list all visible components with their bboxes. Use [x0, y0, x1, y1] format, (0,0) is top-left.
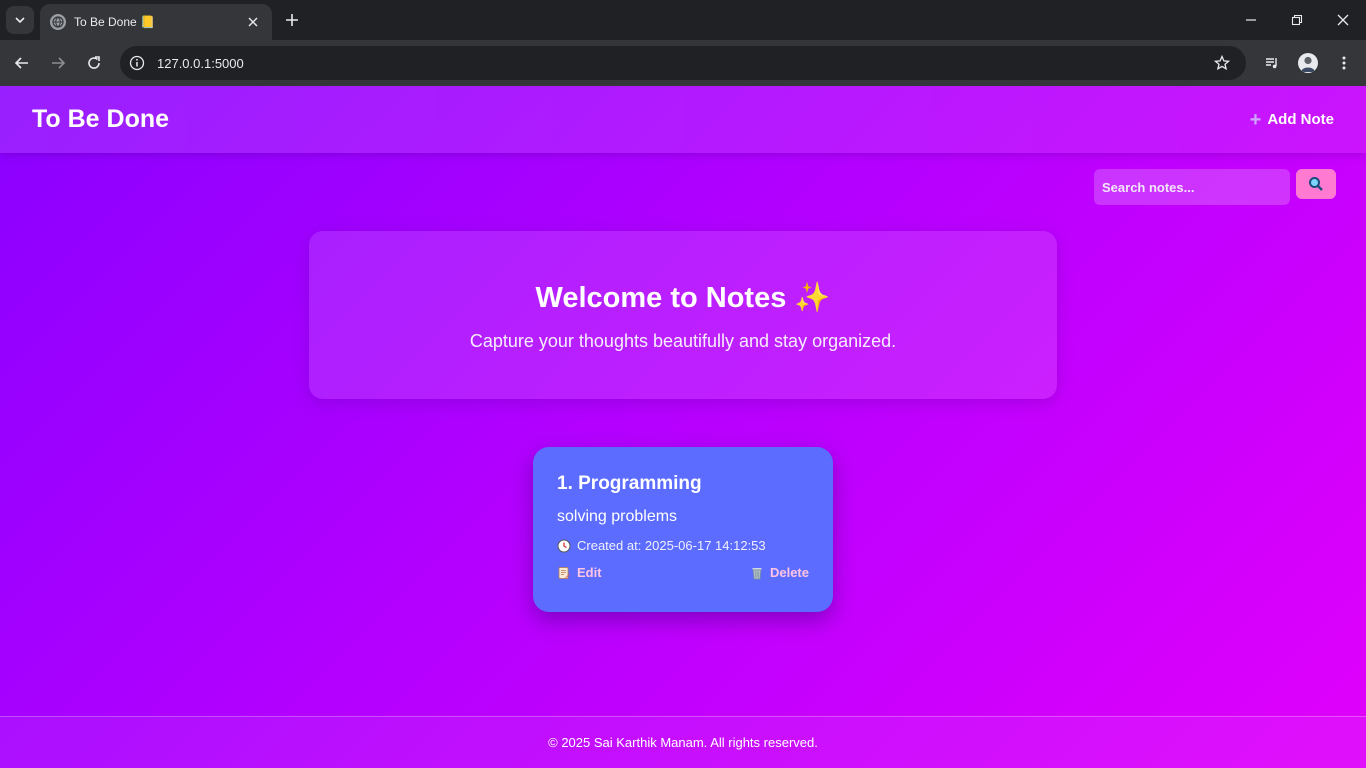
close-window-button[interactable] [1329, 8, 1357, 32]
search-icon [1309, 177, 1323, 191]
media-controls-button[interactable] [1258, 49, 1286, 77]
app-header: To Be Done + Add Note [0, 86, 1366, 153]
tab-close-icon[interactable] [244, 13, 262, 31]
note-body: solving problems [557, 508, 678, 525]
browser-tab-bar: To Be Done 📒 [0, 0, 1366, 40]
restore-icon [1291, 14, 1303, 26]
site-info-icon[interactable] [126, 52, 148, 74]
chevron-down-icon [15, 17, 25, 24]
note-actions: Edit Delete [557, 565, 809, 580]
copyright-text: © 2025 Sai Karthik Manam. All rights res… [548, 735, 818, 750]
new-tab-button[interactable] [280, 8, 304, 32]
welcome-subtitle: Capture your thoughts beautifully and st… [469, 331, 897, 351]
close-icon [1337, 14, 1349, 26]
profile-button[interactable] [1294, 49, 1322, 77]
note-created-text: Created at: 2025-06-17 14:12:53 [577, 538, 766, 553]
arrow-left-icon [14, 57, 28, 69]
restore-button[interactable] [1283, 8, 1311, 32]
plus-icon [286, 14, 298, 26]
memo-icon [558, 566, 570, 579]
search-input[interactable] [1094, 169, 1290, 205]
note-card: 1. Programming solving problems Created … [533, 447, 833, 612]
tab-title: To Be Done 📒 [74, 15, 155, 29]
browser-toolbar: 127.0.0.1:5000 [0, 40, 1366, 86]
note-created-at: Created at: 2025-06-17 14:12:53 [557, 538, 809, 553]
tab-search-button[interactable] [6, 6, 34, 34]
url-text[interactable]: 127.0.0.1:5000 [157, 56, 1208, 71]
minimize-button[interactable] [1237, 8, 1265, 32]
arrow-right-icon [52, 57, 66, 69]
edit-note-button[interactable]: Edit [557, 565, 602, 580]
clock-icon [557, 539, 571, 552]
back-button[interactable] [8, 49, 36, 77]
forward-button[interactable] [44, 49, 72, 77]
page-footer: © 2025 Sai Karthik Manam. All rights res… [0, 716, 1366, 768]
plus-icon: + [1249, 108, 1262, 131]
browser-tab[interactable]: To Be Done 📒 [40, 4, 272, 40]
welcome-title: Welcome to Notes ✨ [535, 282, 831, 314]
delete-label: Delete [769, 565, 809, 580]
add-note-button[interactable]: + Add Note [1250, 110, 1334, 130]
search-form [1094, 169, 1336, 205]
avatar [1298, 53, 1318, 73]
welcome-banner: Welcome to Notes ✨ Capture your thoughts… [309, 231, 1057, 399]
note-title: 1. Programming [557, 473, 702, 494]
edit-label: Edit [577, 565, 602, 580]
search-button[interactable] [1296, 169, 1336, 199]
reload-button[interactable] [80, 49, 108, 77]
add-note-label: Add Note [1267, 111, 1334, 128]
media-queue-icon [1266, 58, 1277, 69]
page-content: To Be Done + Add Note Welcome to Notes ✨… [0, 86, 1366, 768]
browser-menu-button[interactable] [1330, 49, 1358, 77]
bookmark-star-icon[interactable] [1208, 49, 1236, 77]
delete-note-button[interactable]: Delete [750, 565, 809, 580]
globe-icon [50, 14, 66, 30]
wastebasket-icon [752, 567, 762, 579]
brand-title[interactable]: To Be Done [32, 105, 169, 134]
minimize-icon [1246, 19, 1256, 21]
address-bar[interactable]: 127.0.0.1:5000 [120, 46, 1246, 80]
kebab-menu-icon [1342, 56, 1346, 70]
reload-icon [88, 56, 100, 69]
